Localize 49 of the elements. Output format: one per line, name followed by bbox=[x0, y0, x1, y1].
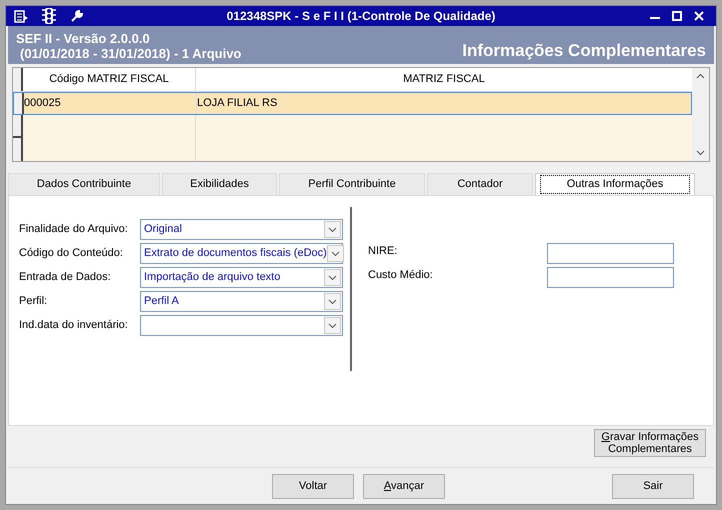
close-icon[interactable] bbox=[694, 11, 704, 21]
dropdown-caret-icon[interactable] bbox=[324, 269, 341, 286]
field-label: Perfil: bbox=[19, 294, 48, 310]
dropdown-caret-icon[interactable] bbox=[326, 245, 344, 262]
field-label: Entrada de Dados: bbox=[19, 270, 112, 286]
dropdown-caret-icon[interactable] bbox=[324, 221, 341, 238]
input-field[interactable] bbox=[547, 267, 674, 288]
column-header: Código MATRIZ FISCAL bbox=[23, 68, 196, 91]
dropdown-caret-icon[interactable] bbox=[324, 293, 341, 310]
period-text: (01/01/2018 - 31/01/2018) - 1 Arquivo bbox=[19, 46, 242, 61]
tab[interactable]: Exibilidades bbox=[162, 173, 277, 195]
row-header[interactable] bbox=[13, 115, 23, 138]
maximize-icon[interactable] bbox=[672, 11, 682, 21]
field-label: Ind.data do inventário: bbox=[19, 318, 129, 334]
nav-button[interactable]: Avançar bbox=[363, 474, 445, 498]
save-button[interactable]: Gravar Informações Complementares bbox=[594, 429, 706, 457]
column-header: MATRIZ FISCAL bbox=[402, 72, 486, 88]
scroll-down-icon[interactable] bbox=[696, 150, 705, 156]
row-header bbox=[13, 68, 23, 91]
window-title: 012348SPK - S e F I I (1-Controle De Qualidade) bbox=[226, 8, 496, 25]
field-label: Código do Conteúdo: bbox=[19, 246, 124, 262]
table-cell: 000025 bbox=[24, 93, 197, 114]
list-icon[interactable] bbox=[14, 10, 28, 22]
tab[interactable]: Dados Contribuinte bbox=[8, 173, 160, 195]
tab[interactable]: Perfil Contribuinte bbox=[279, 173, 425, 195]
row-header[interactable] bbox=[13, 138, 23, 161]
table-row[interactable]: 000025 LOJA FILIAL RS bbox=[13, 92, 692, 115]
scrollbar[interactable] bbox=[692, 68, 709, 161]
traffic-light-icon[interactable] bbox=[42, 8, 56, 24]
exit-button[interactable]: Sair bbox=[612, 474, 694, 498]
tab[interactable]: Outras Informações bbox=[535, 173, 695, 195]
field-label: Finalidade do Arquivo: bbox=[19, 222, 129, 238]
dropdown-field[interactable]: Extrato de documentos fiscais (eDoc) bbox=[140, 243, 343, 264]
version-text: SEF II - Versão 2.0.0.0 bbox=[16, 31, 151, 46]
table-cell-text: LOJA FILIAL RS bbox=[197, 96, 278, 111]
wrench-icon[interactable] bbox=[70, 9, 84, 23]
row-header[interactable] bbox=[14, 93, 24, 114]
dropdown-caret-icon[interactable] bbox=[324, 317, 341, 334]
input-field[interactable] bbox=[547, 243, 674, 264]
dropdown-field[interactable] bbox=[140, 315, 343, 336]
dropdown-field[interactable]: Perfil A bbox=[140, 291, 343, 312]
field-label: Custo Médio: bbox=[368, 268, 434, 283]
dropdown-field[interactable]: Original bbox=[140, 219, 343, 240]
scroll-up-icon[interactable] bbox=[696, 73, 705, 79]
nav-button[interactable]: Voltar bbox=[272, 474, 354, 498]
dropdown-field[interactable]: Importação de arquivo texto bbox=[140, 267, 343, 288]
field-label: NIRE: bbox=[368, 244, 398, 259]
page-title: Informações Complementares bbox=[462, 41, 706, 61]
tab[interactable]: Contador bbox=[427, 173, 533, 195]
